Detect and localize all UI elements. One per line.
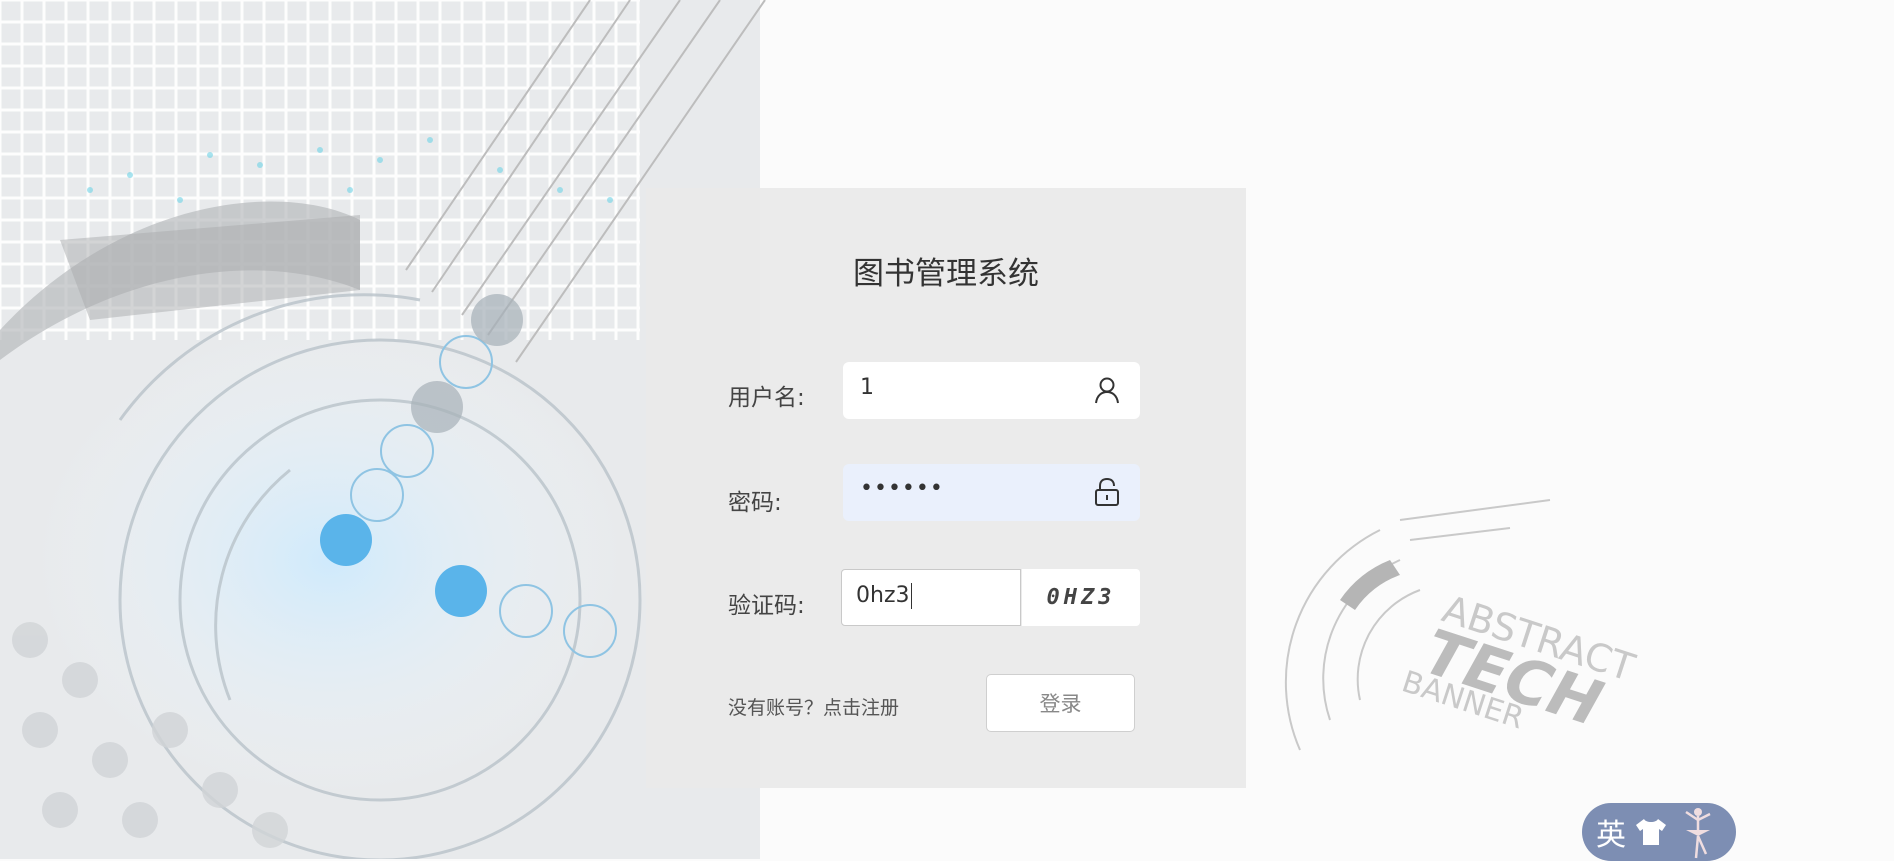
username-label: 用户名: — [728, 385, 805, 411]
username-value: 1 — [860, 375, 874, 400]
ballerina-icon — [1685, 808, 1711, 859]
password-label: 密码: — [728, 490, 782, 516]
page-title: 图书管理系统 — [853, 256, 1039, 292]
captcha-image[interactable]: 0HZ3 — [1022, 569, 1140, 626]
username-field[interactable]: 1 — [843, 362, 1140, 419]
shirt-icon — [1636, 819, 1666, 845]
password-value: •••••• — [860, 476, 944, 501]
captcha-label: 验证码: — [728, 593, 805, 619]
login-button[interactable]: 登录 — [986, 674, 1135, 732]
ime-status-badge[interactable]: 英 — [1582, 803, 1736, 861]
ime-mode-label: 英 — [1596, 818, 1626, 853]
unlock-icon — [1095, 477, 1119, 506]
user-icon — [1095, 377, 1119, 404]
captcha-value: 0hz3 — [856, 583, 912, 609]
password-field[interactable]: •••••• — [843, 464, 1140, 521]
captcha-input[interactable]: 0hz3 — [841, 569, 1021, 626]
register-link[interactable]: 没有账号？点击注册 — [728, 693, 899, 720]
login-panel: 图书管理系统 用户名: 1 密码: •••••• 验证码: 0hz3 0HZ3 … — [646, 188, 1246, 788]
